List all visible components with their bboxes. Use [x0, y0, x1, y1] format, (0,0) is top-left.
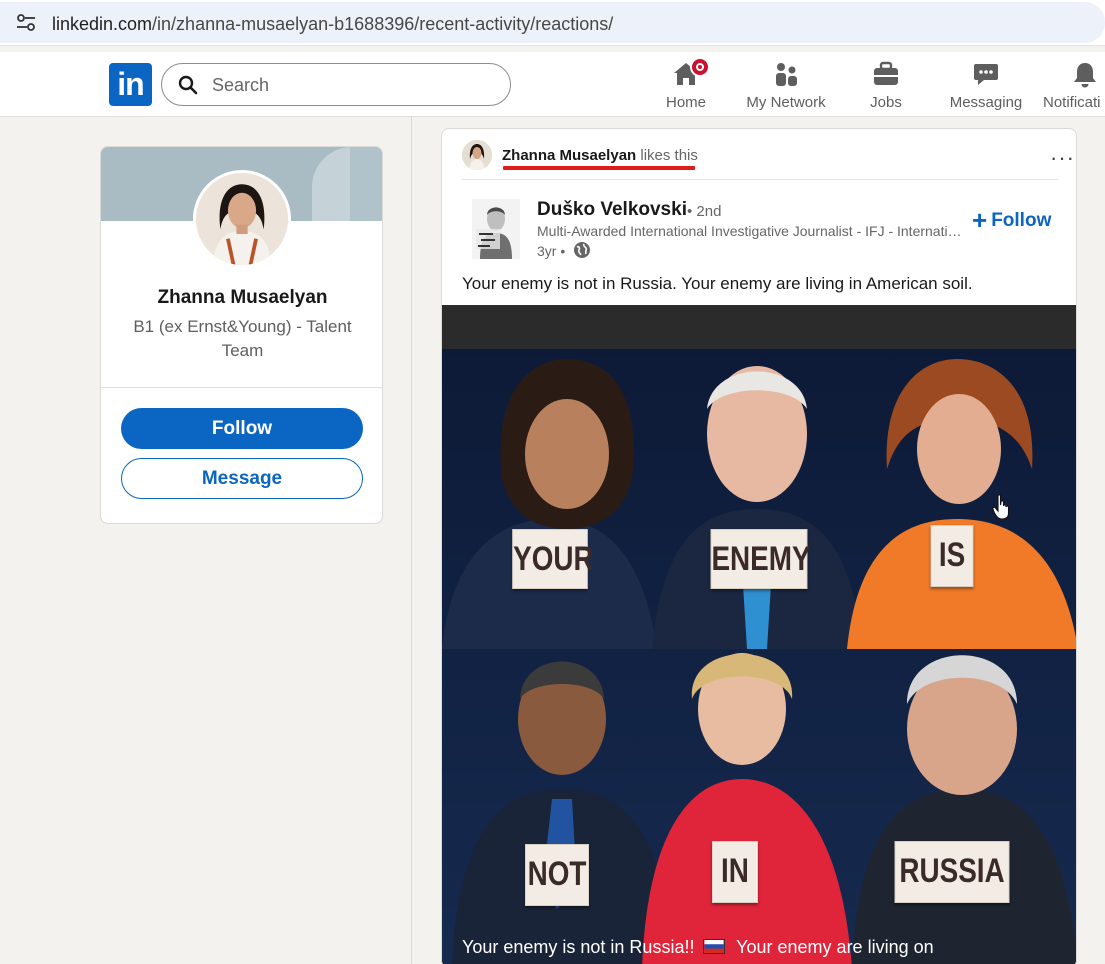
url-host: linkedin.com [52, 14, 153, 34]
linkedin-logo[interactable]: in [109, 63, 152, 106]
nav-home[interactable]: Home [662, 57, 710, 114]
image-sign-russia: RUSSIA [894, 841, 1010, 903]
hand-cursor-icon [992, 494, 1010, 520]
post-age: 3yr • [537, 243, 566, 259]
reaction-header: Zhanna Musaelyan likes this ··· [462, 139, 1074, 170]
author-name-link[interactable]: Duško Velkovski [537, 199, 687, 221]
bell-icon [1071, 60, 1099, 88]
image-sign-is: IS [930, 525, 974, 587]
image-sign-your: YOUR [512, 529, 594, 589]
reactor-avatar[interactable] [462, 140, 492, 170]
profile-card: Zhanna Musaelyan B1 (ex Ernst&Young) - T… [100, 146, 383, 524]
image-caption-part-b: Your enemy are living on [736, 937, 934, 957]
header-separator [462, 179, 1058, 180]
profile-headline: B1 (ex Ernst&Young) - Talent Team [133, 317, 352, 360]
nav-my-network[interactable]: My Network [742, 58, 830, 114]
nav-notifications[interactable]: Notificati [1043, 58, 1105, 114]
card-divider [101, 387, 382, 388]
more-options-button[interactable]: ··· [1050, 147, 1075, 169]
profile-avatar[interactable] [193, 170, 291, 268]
reaction-action: likes this [640, 147, 698, 164]
image-sign-in: IN [712, 841, 758, 903]
nav-jobs-label: Jobs [870, 94, 902, 111]
nav-home-label: Home [665, 94, 706, 111]
image-caption: Your enemy is not in Russia!! Your enemy… [462, 937, 934, 958]
search-icon [178, 75, 198, 95]
notification-badge [690, 57, 710, 77]
image-caption-part-a: Your enemy is not in Russia!! [462, 937, 695, 957]
nav-messaging-label: Messaging [949, 94, 1023, 111]
nav-my-network-label: My Network [746, 94, 826, 111]
connection-degree: • 2nd [687, 203, 722, 220]
author-headline: Multi-Awarded International Investigativ… [537, 223, 967, 239]
nav-messaging[interactable]: Messaging [947, 58, 1025, 114]
network-icon [772, 60, 800, 88]
plus-icon: + [972, 205, 988, 235]
reaction-text: Zhanna Musaelyan likes this [502, 147, 698, 164]
home-icon [672, 57, 710, 88]
reactor-name-link[interactable]: Zhanna Musaelyan [502, 147, 636, 164]
top-navigation: in Home My Network [0, 52, 1105, 117]
browser-address-bar: linkedin.com/in/zhanna-musaelyan-b168839… [0, 0, 1105, 46]
url-path: /in/zhanna-musaelyan-b1688396/recent-act… [152, 14, 614, 34]
author-avatar[interactable] [472, 199, 520, 259]
search-box[interactable] [161, 63, 511, 106]
message-button[interactable]: Message [121, 458, 363, 499]
follow-button[interactable]: Follow [121, 408, 363, 449]
post-image[interactable]: YOUR ENEMY IS NOT IN RUSSIA Your enemy i… [442, 305, 1076, 964]
site-settings-icon[interactable] [16, 12, 36, 34]
russia-flag-icon [703, 939, 726, 954]
post-follow-button[interactable]: + Follow [972, 205, 1051, 236]
nav-notifications-label: Notificati [1043, 94, 1101, 111]
column-divider [411, 117, 412, 964]
globe-icon [574, 242, 590, 258]
message-icon [972, 60, 1000, 88]
profile-name: Zhanna Musaelyan [157, 287, 328, 308]
url-text[interactable]: linkedin.com/in/zhanna-musaelyan-b168839… [52, 14, 613, 35]
post-text: Your enemy is not in Russia. Your enemy … [462, 274, 973, 293]
url-field[interactable]: linkedin.com/in/zhanna-musaelyan-b168839… [0, 2, 1105, 43]
highlight-underline [503, 166, 695, 170]
search-input[interactable] [212, 72, 492, 98]
image-sign-enemy: ENEMY [710, 529, 811, 589]
nav-jobs[interactable]: Jobs [862, 58, 910, 114]
feed-post: Zhanna Musaelyan likes this ··· Duško Ve… [441, 128, 1077, 964]
image-sign-not: NOT [525, 844, 589, 906]
post-follow-label: Follow [991, 210, 1052, 231]
briefcase-icon [872, 60, 900, 88]
